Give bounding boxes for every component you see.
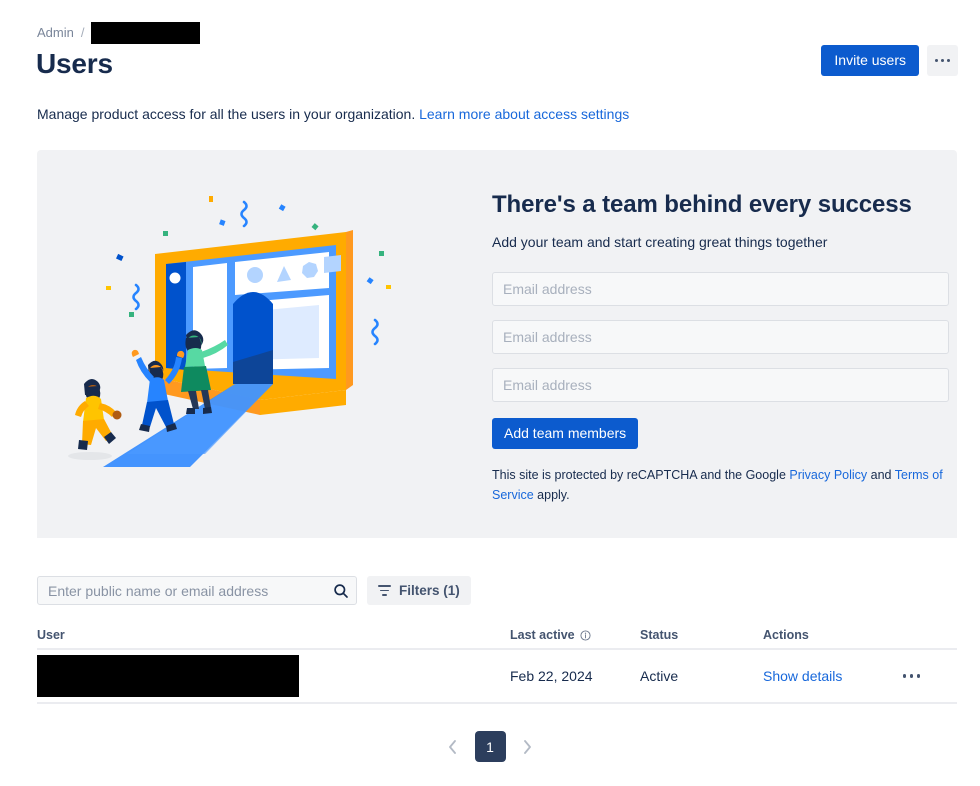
chevron-left-icon — [449, 739, 456, 754]
table-header-row: User Last active Status Actions — [37, 624, 957, 650]
pagination-next-button[interactable] — [516, 732, 540, 762]
filters-button[interactable]: Filters (1) — [367, 576, 471, 605]
header-more-button[interactable] — [927, 45, 958, 76]
cell-user — [37, 655, 510, 697]
funnel-icon — [378, 585, 391, 596]
banner-illustration — [37, 150, 457, 538]
ellipsis-icon — [916, 674, 920, 678]
pagination-page-1[interactable]: 1 — [474, 731, 506, 762]
breadcrumb-item-redacted[interactable] — [91, 22, 201, 44]
row-more-button[interactable] — [897, 668, 927, 684]
column-header-last-active: Last active — [510, 624, 640, 642]
invite-team-form: There's a team behind every success Add … — [457, 150, 980, 538]
search-icon[interactable] — [333, 583, 349, 599]
filters-button-label: Filters (1) — [399, 583, 460, 598]
users-toolbar: Filters (1) — [37, 576, 471, 605]
recaptcha-prefix-text: This site is protected by reCAPTCHA and … — [492, 468, 790, 482]
breadcrumb-item-admin[interactable]: Admin — [37, 24, 74, 42]
cell-last-active: Feb 22, 2024 — [510, 668, 593, 684]
email-field-2[interactable] — [492, 320, 949, 354]
banner-subheading: Add your team and start creating great t… — [492, 234, 828, 250]
breadcrumb: Admin / — [37, 22, 201, 44]
page-title: Users — [36, 48, 113, 79]
add-team-members-button[interactable]: Add team members — [492, 418, 639, 449]
pagination: 1 — [0, 731, 980, 762]
ellipsis-icon — [909, 674, 913, 678]
search-input[interactable] — [37, 576, 357, 605]
users-table: User Last active Status Actions Feb 22, … — [37, 624, 957, 704]
pagination-prev-button[interactable] — [441, 732, 465, 762]
ellipsis-icon — [941, 59, 944, 62]
recaptcha-mid-text: and — [867, 468, 892, 482]
header-actions: Invite users — [821, 45, 958, 76]
user-name-redacted — [37, 655, 299, 697]
email-field-3[interactable] — [492, 368, 949, 402]
breadcrumb-separator: / — [80, 25, 85, 40]
chevron-right-icon — [524, 739, 531, 754]
column-header-user: User — [37, 628, 65, 642]
search-wrapper — [37, 576, 357, 605]
banner-heading: There's a team behind every success — [492, 191, 912, 218]
users-admin-page: Admin / Users Invite users Manage produc… — [0, 0, 980, 786]
page-description-text: Manage product access for all the users … — [37, 106, 416, 122]
ellipsis-icon — [947, 59, 950, 62]
column-header-last-active-label: Last active — [510, 628, 575, 642]
ellipsis-icon — [935, 59, 938, 62]
column-header-status: Status — [640, 628, 679, 642]
recaptcha-suffix-text: apply. — [533, 488, 570, 502]
privacy-policy-link[interactable]: Privacy Policy — [789, 468, 867, 482]
show-details-link[interactable]: Show details — [763, 668, 842, 684]
cell-actions: Show details — [763, 668, 957, 684]
invite-users-button[interactable]: Invite users — [821, 45, 919, 76]
cell-status: Active — [640, 668, 679, 684]
team-illustration-svg — [68, 196, 391, 467]
column-header-actions: Actions — [763, 628, 809, 642]
learn-more-link[interactable]: Learn more about access settings — [419, 106, 629, 122]
page-description: Manage product access for all the users … — [37, 104, 629, 124]
table-row[interactable]: Feb 22, 2024 Active Show details — [37, 650, 957, 704]
person-yellow — [68, 378, 122, 460]
invite-team-banner: There's a team behind every success Add … — [37, 150, 957, 538]
recaptcha-notice: This site is protected by reCAPTCHA and … — [492, 465, 952, 505]
email-field-1[interactable] — [492, 272, 949, 306]
ellipsis-icon — [902, 674, 906, 678]
info-circle-icon[interactable] — [580, 629, 591, 641]
